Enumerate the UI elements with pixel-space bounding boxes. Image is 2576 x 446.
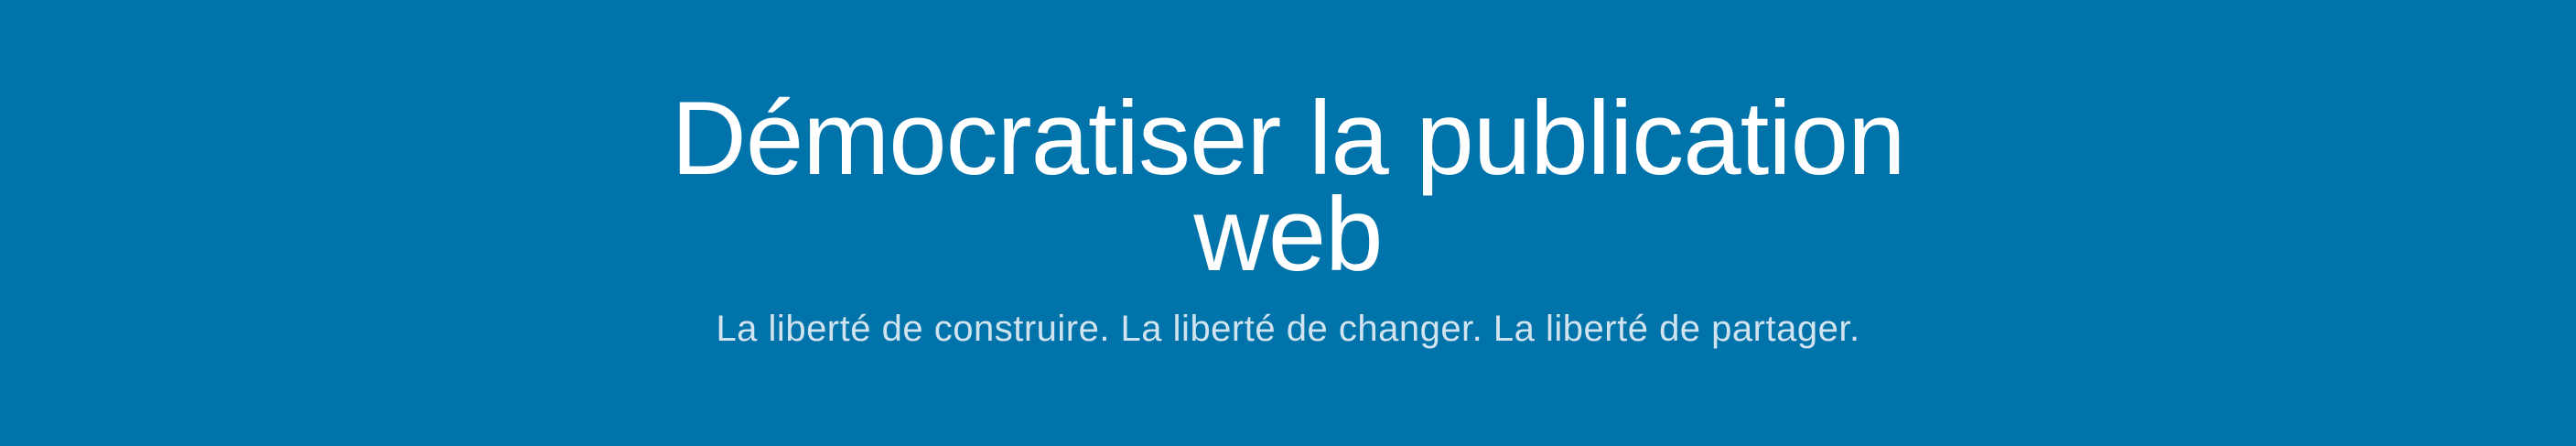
hero-title-line-2: web	[1193, 177, 1383, 293]
hero-tagline: La liberté de construire. La liberté de …	[716, 309, 1860, 349]
hero-title-line-1: Démocratiser la publication	[671, 81, 1906, 197]
hero-banner: Démocratiser la publication web La liber…	[0, 0, 2576, 446]
